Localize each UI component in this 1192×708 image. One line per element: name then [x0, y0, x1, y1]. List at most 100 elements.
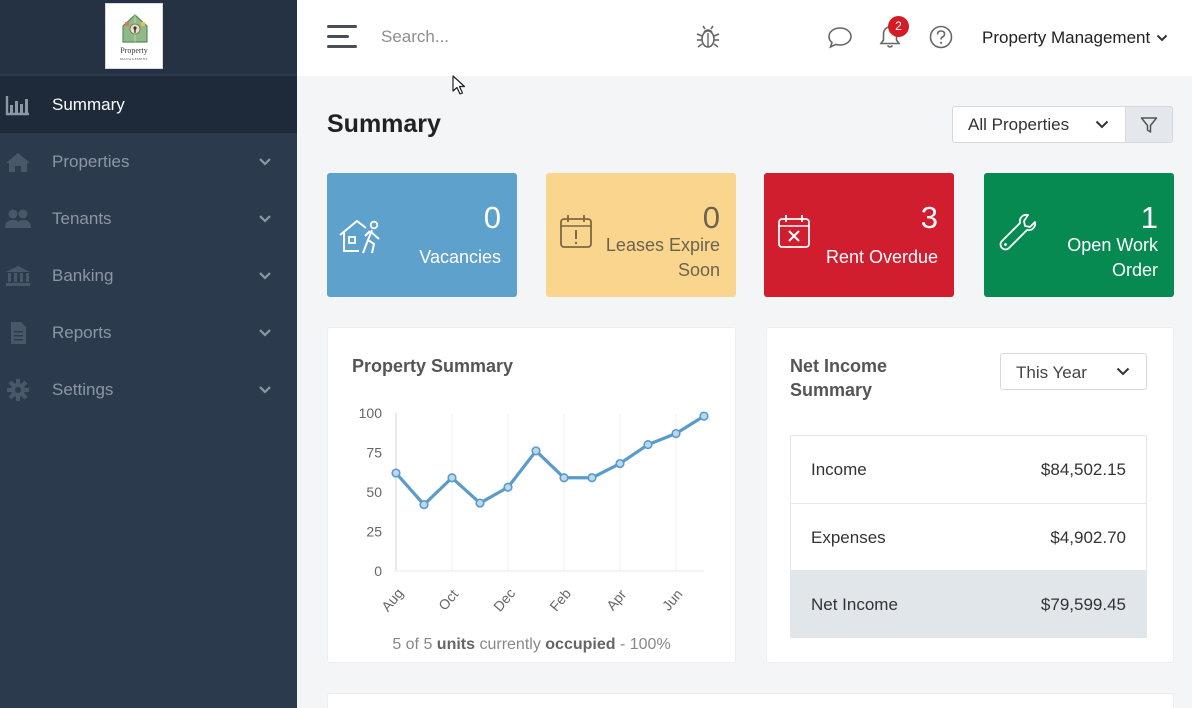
logo[interactable]: Property MANAGEMENT — [105, 3, 163, 69]
data-point — [587, 473, 597, 483]
sidebar: Property MANAGEMENT Summary Properties T… — [0, 0, 297, 708]
filter-icon — [1140, 116, 1158, 133]
property-summary-chart: 0 25 50 75 100 Aug Oct Dec Feb Apr Jun — [359, 405, 709, 614]
label-line: Order — [1111, 260, 1158, 280]
gear-icon — [4, 378, 32, 402]
label-line: Open Work — [1067, 235, 1158, 255]
x-tick-label: Jun — [659, 586, 686, 614]
menu-toggle-button[interactable] — [327, 25, 357, 49]
chevron-down-icon — [1116, 367, 1130, 376]
chevron-down-icon — [259, 271, 271, 280]
title-line: Net Income — [790, 356, 888, 376]
notification-badge: 2 — [888, 16, 909, 37]
label-line: Soon — [677, 260, 720, 280]
rent-overdue-card[interactable]: 3 Rent Overdue — [764, 173, 954, 297]
title-line: Summary — [790, 380, 873, 400]
data-point — [447, 473, 457, 483]
sidebar-item-reports[interactable]: Reports — [0, 304, 297, 361]
x-tick-label: Aug — [378, 585, 406, 614]
data-point — [559, 473, 569, 483]
rent-overdue-count: 3 — [920, 200, 938, 235]
chevron-down-icon — [259, 214, 271, 223]
row-value: $79,599.45 — [1040, 595, 1126, 614]
chevron-down-icon — [259, 157, 271, 166]
property-filter-select[interactable]: All Properties — [952, 106, 1126, 143]
sidebar-item-banking[interactable]: Banking — [0, 247, 297, 304]
footer-units-count: 5 of 5 — [392, 636, 433, 653]
bottom-panel — [327, 693, 1174, 708]
file-icon — [4, 321, 32, 345]
vacancies-count: 0 — [483, 200, 501, 235]
data-point — [671, 428, 681, 439]
rent-overdue-label: Rent Overdue — [825, 247, 938, 267]
sidebar-item-tenants[interactable]: Tenants — [0, 190, 297, 247]
leases-expire-label: Leases Expire Soon — [606, 233, 720, 283]
vacancies-card[interactable]: 0 Vacancies — [327, 173, 517, 297]
user-menu-label: Property Management — [982, 28, 1151, 47]
row-value: $84,502.15 — [1040, 460, 1126, 479]
bank-icon — [4, 264, 32, 288]
page-title: Summary — [327, 110, 441, 138]
sidebar-item-label: Properties — [52, 151, 130, 171]
data-point — [531, 446, 541, 456]
net-income-table: Income $84,502.15 Expenses $4,902.70 Net… — [790, 435, 1147, 638]
hamburger-line — [327, 25, 357, 28]
x-tick-label: Dec — [490, 585, 518, 614]
topbar: Property Management — [297, 0, 1192, 76]
net-income-row: Net Income $79,599.45 — [791, 570, 1146, 637]
user-menu-dropdown[interactable]: Property Management — [982, 28, 1168, 48]
y-tick-label: 0 — [374, 563, 382, 579]
label-line: Leases Expire — [605, 235, 720, 255]
data-point — [615, 458, 625, 469]
help-icon[interactable] — [928, 24, 954, 50]
series-line — [394, 414, 705, 507]
bug-icon[interactable] — [695, 24, 721, 50]
footer-occupied: occupied — [545, 636, 616, 653]
filter-button[interactable] — [1125, 106, 1173, 143]
y-tick-label: 25 — [366, 524, 382, 540]
row-value: $4,902.70 — [1050, 528, 1126, 547]
period-select[interactable]: This Year — [1000, 353, 1147, 390]
data-point — [643, 439, 653, 450]
y-tick-label: 100 — [359, 405, 383, 421]
vacancies-label: Vacancies — [419, 247, 501, 267]
row-label: Expenses — [811, 528, 886, 547]
logo-text: Property — [120, 46, 148, 55]
search-input[interactable] — [381, 22, 641, 52]
data-point — [419, 500, 429, 510]
hamburger-line — [327, 45, 357, 48]
chat-icon[interactable] — [827, 24, 853, 50]
row-label: Net Income — [811, 595, 898, 614]
chevron-down-icon — [259, 385, 271, 394]
chart-bar-icon — [4, 93, 32, 117]
sidebar-item-properties[interactable]: Properties — [0, 133, 297, 190]
sidebar-item-label: Reports — [52, 322, 112, 342]
calendar-x-icon — [778, 215, 810, 248]
income-row: Income $84,502.15 — [791, 436, 1146, 503]
logo-subtext: MANAGEMENT — [119, 57, 149, 61]
hamburger-line — [327, 35, 349, 38]
leases-expire-card[interactable]: 0 Leases Expire Soon — [546, 173, 736, 297]
sidebar-item-settings[interactable]: Settings — [0, 361, 297, 418]
expenses-row: Expenses $4,902.70 — [791, 503, 1146, 570]
row-label: Income — [811, 460, 867, 479]
sidebar-item-summary[interactable]: Summary — [0, 76, 297, 133]
x-tick-label: Oct — [435, 586, 461, 613]
work-order-label: Open Work Order — [1067, 233, 1158, 283]
footer-currently: currently — [479, 636, 541, 653]
data-point — [391, 468, 401, 478]
property-summary-title: Property Summary — [352, 356, 514, 376]
mouse-cursor-icon — [452, 75, 466, 95]
logo-area: Property MANAGEMENT — [0, 0, 297, 74]
sidebar-item-label: Summary — [52, 94, 125, 114]
calendar-alert-icon — [560, 215, 592, 248]
footer-units-word: units — [436, 636, 476, 653]
users-icon — [4, 207, 32, 231]
y-tick-label: 75 — [366, 445, 382, 461]
occupancy-summary: 5 of 5 units currently occupied - 100% — [328, 636, 735, 654]
leases-expire-count: 0 — [702, 200, 720, 235]
work-order-card[interactable]: 1 Open Work Order — [984, 173, 1174, 297]
logo-house-icon — [122, 14, 148, 43]
sidebar-item-label: Tenants — [52, 208, 112, 228]
wrench-icon — [999, 213, 1037, 251]
